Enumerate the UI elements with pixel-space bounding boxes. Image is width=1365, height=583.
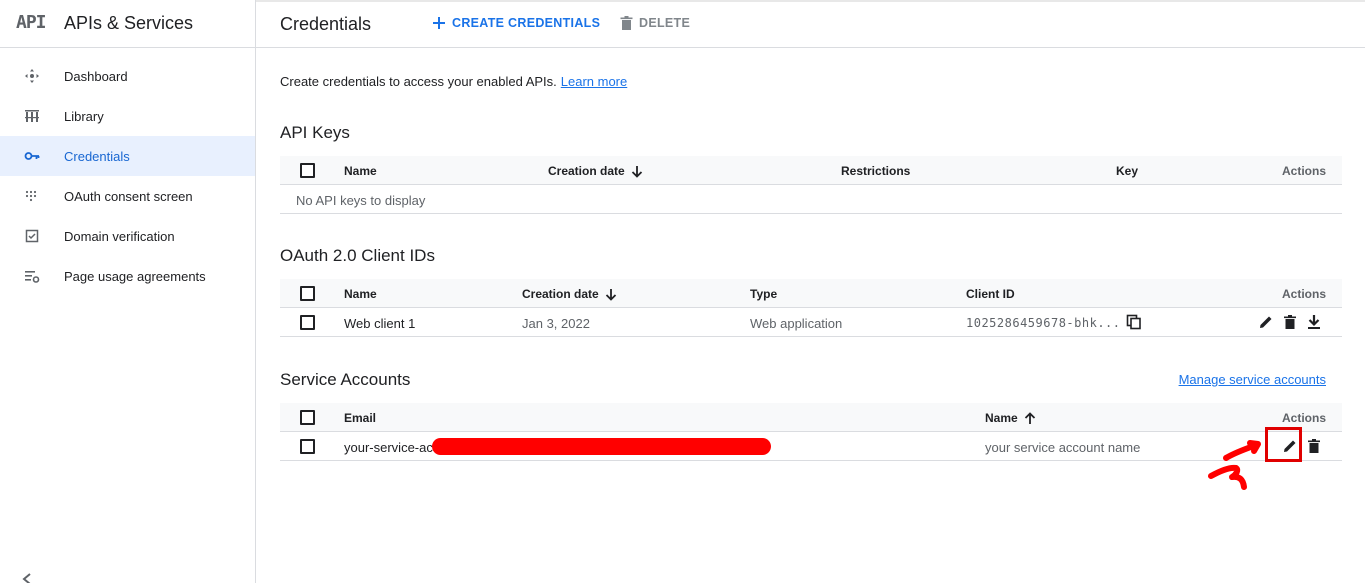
service-accounts-title: Service Accounts (280, 370, 411, 389)
select-all-checkbox[interactable] (300, 410, 315, 425)
collapse-sidebar-icon[interactable] (20, 572, 34, 583)
arrow-down-icon (631, 166, 642, 179)
sidebar-nav: Dashboard Library Credentials OAuth cons… (0, 56, 255, 296)
trash-icon[interactable] (1306, 438, 1322, 454)
product-title[interactable]: APIs & Services (64, 13, 193, 34)
column-header-email[interactable]: Email (344, 411, 376, 425)
column-header-key: Key (1116, 164, 1139, 178)
sidebar-item-label: OAuth consent screen (64, 188, 193, 204)
learn-more-link[interactable]: Learn more (561, 74, 627, 89)
arrow-up-icon (1024, 412, 1035, 425)
column-header-actions: Actions (1281, 164, 1326, 178)
trash-icon (620, 16, 633, 30)
oauth-table: Name Creation date Type Client ID Action… (280, 279, 1342, 337)
edit-icon[interactable] (1258, 314, 1274, 330)
sidebar-item-label: Page usage agreements (64, 268, 206, 284)
sidebar: API APIs & Services Dashboard Library Cr… (0, 0, 256, 583)
api-logo: API (16, 12, 46, 33)
client-name-link[interactable]: Web client 1 (344, 316, 415, 331)
table-header: Email Name Actions (280, 403, 1342, 432)
column-header-restrictions: Restrictions (841, 164, 911, 178)
table-row[interactable]: Web client 1 Jan 3, 2022 Web application… (280, 308, 1342, 337)
top-bar: Credentials CREATE CREDENTIALS DELETE (256, 0, 1365, 48)
annotation-arrow-icon (1208, 440, 1261, 490)
sidebar-item-label: Credentials (64, 148, 130, 164)
sidebar-item-label: Domain verification (64, 228, 175, 244)
row-checkbox[interactable] (300, 439, 315, 454)
page-title: Credentials (280, 14, 372, 34)
sidebar-item-page-usage-agreements[interactable]: Page usage agreements (0, 256, 255, 296)
sidebar-item-label: Dashboard (64, 68, 128, 84)
sidebar-item-credentials[interactable]: Credentials (0, 136, 255, 176)
checkbox-icon (25, 229, 39, 243)
download-icon[interactable] (1306, 314, 1322, 330)
sidebar-header: API APIs & Services (0, 0, 255, 48)
table-header: Name Creation date Type Client ID Action… (280, 279, 1342, 308)
column-header-name[interactable]: Name (344, 287, 377, 301)
copy-icon[interactable] (1126, 314, 1142, 330)
service-account-name: your service account name (985, 440, 1141, 455)
select-all-checkbox[interactable] (300, 163, 315, 178)
create-credentials-button[interactable]: CREATE CREDENTIALS (432, 16, 600, 30)
column-header-name[interactable]: Name (344, 164, 377, 178)
create-credentials-label: CREATE CREDENTIALS (452, 16, 601, 30)
column-header-type[interactable]: Type (750, 287, 777, 301)
client-creation-date: Jan 3, 2022 (522, 316, 590, 331)
delete-button[interactable]: DELETE (620, 16, 690, 30)
settings-list-icon (25, 271, 40, 283)
delete-label: DELETE (639, 16, 691, 30)
api-keys-table: Name Creation date Restrictions Key Acti… (280, 156, 1342, 214)
consent-icon (25, 190, 37, 202)
table-row-empty: No API keys to display (280, 185, 1342, 214)
sidebar-item-oauth-consent[interactable]: OAuth consent screen (0, 176, 255, 216)
sidebar-item-domain-verification[interactable]: Domain verification (0, 216, 255, 256)
trash-icon[interactable] (1282, 314, 1298, 330)
library-icon (25, 110, 39, 122)
empty-message: No API keys to display (296, 193, 426, 208)
column-header-label: Creation date (522, 287, 599, 301)
edit-icon[interactable] (1282, 438, 1298, 454)
column-header-actions: Actions (1281, 411, 1326, 425)
dashboard-icon (25, 69, 39, 83)
plus-icon (433, 17, 445, 29)
table-row[interactable]: your-service-ac your service account nam… (280, 427, 1342, 462)
column-header-name[interactable]: Name (985, 411, 1036, 425)
column-header-creation-date[interactable]: Creation date (522, 287, 617, 302)
row-checkbox[interactable] (300, 315, 315, 330)
column-header-actions: Actions (1281, 287, 1326, 301)
sidebar-item-library[interactable]: Library (0, 96, 255, 136)
oauth-title: OAuth 2.0 Client IDs (280, 246, 435, 265)
arrow-down-icon (605, 289, 616, 302)
service-account-email-link[interactable]: your-service-ac (344, 440, 433, 455)
intro-message: Create credentials to access your enable… (280, 74, 557, 89)
client-id-value: 1025286459678-bhk... (966, 316, 1121, 330)
sidebar-item-label: Library (64, 108, 104, 124)
client-type: Web application (750, 316, 843, 331)
key-icon (24, 152, 40, 160)
intro-text: Create credentials to access your enable… (280, 74, 627, 89)
column-header-label: Name (985, 411, 1018, 425)
table-header: Name Creation date Restrictions Key Acti… (280, 156, 1342, 185)
select-all-checkbox[interactable] (300, 286, 315, 301)
column-header-client-id[interactable]: Client ID (966, 287, 1015, 301)
column-header-creation-date[interactable]: Creation date (548, 164, 643, 179)
sidebar-item-dashboard[interactable]: Dashboard (0, 56, 255, 96)
column-header-label: Creation date (548, 164, 625, 178)
manage-service-accounts-link[interactable]: Manage service accounts (1179, 372, 1326, 387)
api-keys-title: API Keys (280, 123, 350, 142)
service-accounts-table: Email Name Actions your-service-ac your … (280, 403, 1342, 462)
redaction-mark (432, 438, 771, 455)
